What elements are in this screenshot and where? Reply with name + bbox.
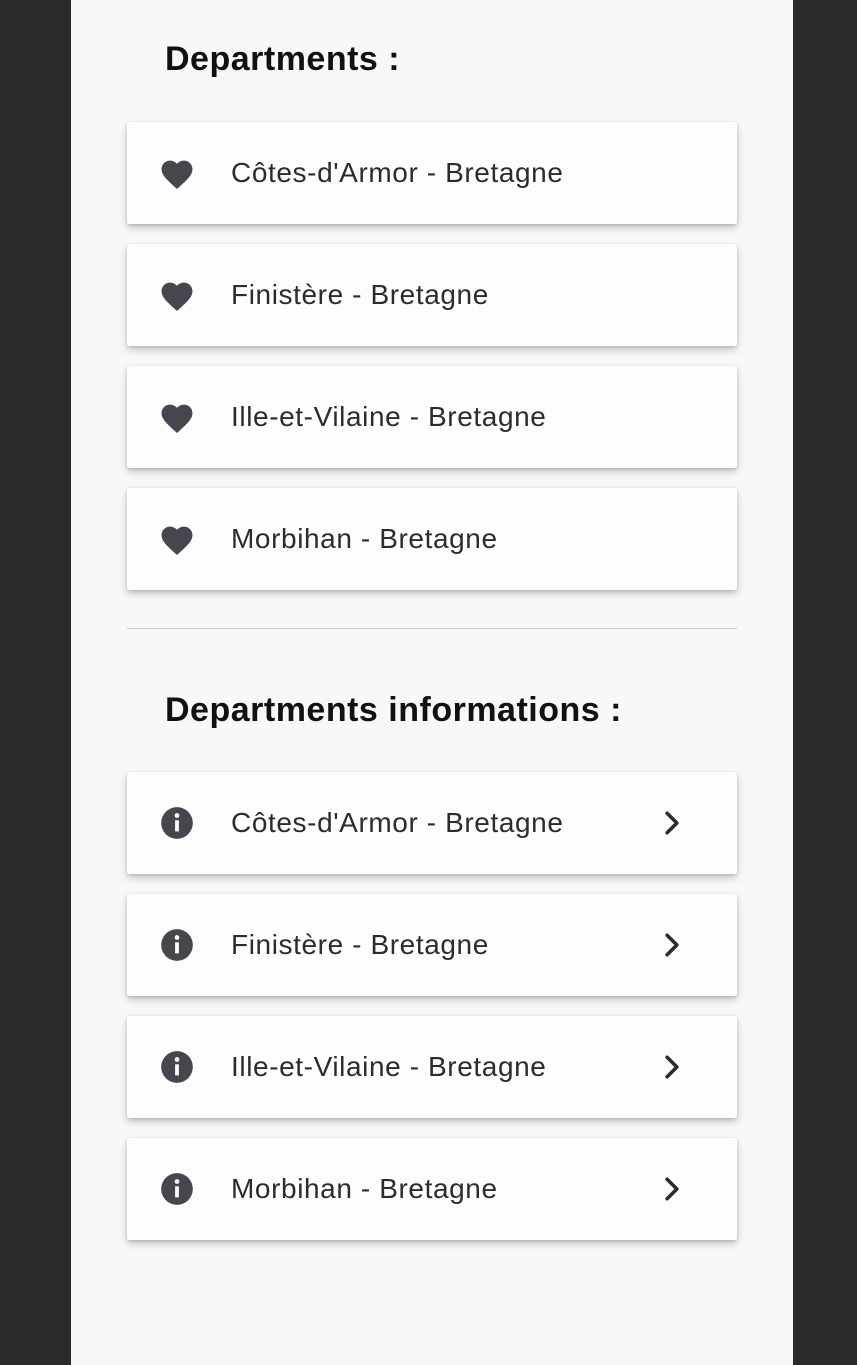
department-label: Morbihan - Bretagne [231, 1173, 498, 1204]
department-info-card[interactable]: Ille-et-Vilaine - Bretagne [127, 1016, 737, 1118]
department-label: Finistère - Bretagne [231, 929, 489, 960]
department-label: Morbihan - Bretagne [231, 523, 498, 554]
department-info-card[interactable]: Finistère - Bretagne [127, 894, 737, 996]
department-label: Finistère - Bretagne [231, 279, 489, 310]
department-label: Ille-et-Vilaine - Bretagne [231, 1051, 547, 1082]
info-icon [157, 804, 197, 842]
heart-icon[interactable] [157, 276, 197, 314]
info-icon [157, 1048, 197, 1086]
chevron-right-icon [659, 930, 685, 960]
department-label: Côtes-d'Armor - Bretagne [231, 807, 564, 838]
chevron-right-icon [659, 808, 685, 838]
department-info-card[interactable]: Morbihan - Bretagne [127, 1138, 737, 1240]
departments-section-title: Departments : [165, 40, 401, 78]
department-label: Ille-et-Vilaine - Bretagne [231, 401, 547, 432]
right-frame [793, 0, 857, 1365]
info-icon [157, 1170, 197, 1208]
chevron-right-icon [659, 1052, 685, 1082]
heart-icon[interactable] [157, 398, 197, 436]
favorite-department-card[interactable]: Ille-et-Vilaine - Bretagne [127, 366, 737, 468]
department-info-card[interactable]: Côtes-d'Armor - Bretagne [127, 772, 737, 874]
favorite-department-card[interactable]: Côtes-d'Armor - Bretagne [127, 122, 737, 224]
department-label: Côtes-d'Armor - Bretagne [231, 157, 564, 188]
favorite-department-card[interactable]: Morbihan - Bretagne [127, 488, 737, 590]
chevron-right-icon [659, 1174, 685, 1204]
app-screen: Departments : Côtes-d'Armor - Bretagne F… [71, 0, 793, 1365]
section-divider [127, 628, 737, 629]
heart-icon[interactable] [157, 520, 197, 558]
info-icon [157, 926, 197, 964]
favorite-department-card[interactable]: Finistère - Bretagne [127, 244, 737, 346]
departments-informations-section-title: Departments informations : [165, 691, 622, 729]
heart-icon[interactable] [157, 154, 197, 192]
left-frame [0, 0, 71, 1365]
